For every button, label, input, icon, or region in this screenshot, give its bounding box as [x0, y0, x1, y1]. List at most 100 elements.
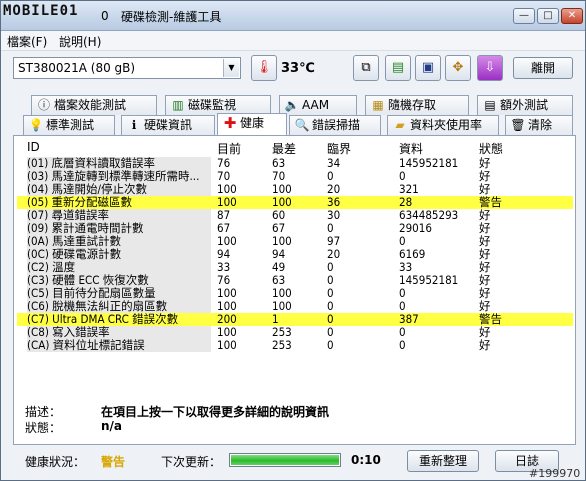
smart-table-body: (01) 底層資料讀取錯誤率 76 63 34 145952181 好 (03) 馬達旋轉到… — [17, 157, 573, 352]
update-progress-bar — [229, 453, 341, 467]
cell-id: (C5) 目前待分配扇區數量 — [27, 287, 211, 300]
tab-label: 錯誤掃描 — [312, 118, 361, 132]
cell-id: (0A) 馬達重試計數 — [27, 235, 211, 248]
trash-icon: 🗑 — [510, 118, 526, 132]
tab-folder-usage[interactable]: ▰ 資料夾使用率 — [387, 115, 499, 135]
tab-error-scan[interactable]: 🔍 錯誤掃描 — [289, 115, 381, 135]
minimize-button[interactable]: — — [513, 8, 535, 24]
cell-current: 100 — [217, 338, 237, 352]
health-cross-icon: ✚ — [223, 114, 237, 132]
title-bar[interactable]: MOBILE01 0 硬碟檢測-維護工具 — □ ✕ — [1, 1, 585, 31]
tab-erase[interactable]: 🗑 清除 — [505, 115, 573, 135]
chevron-down-icon[interactable]: ▼ — [223, 59, 239, 77]
col-header-worst[interactable]: 最差 — [272, 140, 296, 157]
tab-label: 資料夾使用率 — [410, 118, 483, 132]
col-header-raw[interactable]: 資料 — [399, 140, 423, 157]
table-row[interactable]: (CA) 資料位址標記錯誤 100 253 0 0 好 — [17, 339, 573, 352]
tab-disk-monitor[interactable]: ▥ 磁碟監視 — [165, 95, 271, 115]
status-value: n/a — [101, 419, 123, 433]
status-label: 狀態： — [25, 421, 62, 435]
window-title: 硬碟檢測-維護工具 — [121, 10, 222, 24]
cell-raw: 0 — [399, 325, 406, 339]
speaker-icon: 🔈 — [284, 98, 300, 112]
watermark-logo: MOBILE01 — [3, 3, 79, 19]
col-header-status[interactable]: 狀態 — [479, 140, 503, 157]
cell-id: (05) 重新分配磁區數 — [27, 196, 211, 209]
col-header-current[interactable]: 目前 — [217, 140, 241, 157]
health-status-value: 警告 — [101, 455, 126, 469]
cell-id: (C6) 脫機無法糾正的扇區數 — [27, 300, 211, 313]
drive-select[interactable]: ST380021A (80 gB) ▼ — [13, 57, 241, 79]
cell-id: (04) 馬達開始/停止次數 — [27, 183, 211, 196]
cell-id: (03) 馬達旋轉到標準轉速所需時... — [27, 170, 211, 183]
next-update-label: 下次更新： — [161, 455, 222, 469]
update-progress-fill — [231, 455, 339, 465]
cell-threshold: 0 — [327, 338, 334, 352]
col-header-threshold[interactable]: 臨界 — [327, 140, 351, 157]
tab-label: 清除 — [528, 118, 553, 132]
cell-threshold: 0 — [327, 286, 334, 300]
folder-icon: ▰ — [395, 118, 405, 132]
cell-id: (09) 累計通電時間計數 — [27, 222, 211, 235]
app-title-icon: 0 — [101, 9, 109, 23]
maximize-button[interactable]: □ — [537, 8, 559, 24]
chart-icon: ▥ — [172, 98, 184, 112]
cell-id: (CA) 資料位址標記錯誤 — [27, 339, 211, 352]
paste-icon[interactable]: ▤ — [385, 55, 411, 81]
download-icon[interactable]: ⇩ — [477, 55, 503, 81]
cell-raw: 0 — [399, 338, 406, 352]
thermometer-icon: 🌡 — [251, 55, 277, 81]
cell-threshold: 20 — [327, 247, 341, 261]
info-icon: ℹ — [131, 118, 137, 132]
cell-raw: 145952181 — [399, 273, 459, 287]
tab-disk-info[interactable]: ℹ 硬碟資訊 — [121, 115, 215, 135]
description-value: 在項目上按一下以取得更多詳細的說明資訊 — [101, 405, 330, 419]
cell-raw: 29016 — [399, 221, 432, 235]
tools-icon[interactable]: ✥ — [445, 55, 471, 81]
temperature-value: 33℃ — [281, 61, 315, 76]
tab-label: 磁碟監視 — [188, 98, 237, 112]
cell-worst: 100 — [272, 299, 292, 313]
cell-id: (C2) 溫度 — [27, 261, 211, 274]
tab-label: AAM — [302, 98, 330, 112]
cell-raw: 0 — [399, 286, 406, 300]
cell-threshold: 0 — [327, 312, 334, 326]
app-window: MOBILE01 0 硬碟檢測-維護工具 — □ ✕ 檔案(F) 說明(H) S… — [0, 0, 586, 481]
tab-health[interactable]: ✚ 健康 — [217, 113, 287, 135]
smart-table-header: ID 目前 最差 臨界 資料 狀態 — [17, 140, 573, 156]
cell-id: (C7) Ultra DMA CRC 錯誤次數 — [27, 313, 211, 326]
col-header-id[interactable]: ID — [27, 140, 40, 154]
watermark-id: #199970 — [529, 467, 581, 480]
tab-aam[interactable]: 🔈 AAM — [279, 95, 357, 115]
copy-icon[interactable]: ⧉ — [353, 55, 379, 81]
countdown-value: 0:10 — [351, 453, 381, 467]
tab-label: 硬碟資訊 — [144, 118, 193, 132]
exit-button[interactable]: 離開 — [513, 57, 573, 79]
cell-id: (C8) 寫入錯誤率 — [27, 326, 211, 339]
save-icon[interactable]: ▣ — [415, 55, 441, 81]
cell-raw: 387 — [399, 312, 419, 326]
extra-icon: ▤ — [484, 98, 496, 112]
cell-id: (0C) 硬碟電源計數 — [27, 248, 211, 261]
tab-file-benchmark[interactable]: ⓘ 檔案效能測試 — [31, 95, 157, 115]
tab-label: 標準測試 — [46, 118, 95, 132]
menu-help[interactable]: 說明(H) — [59, 33, 101, 50]
bulb-icon: 💡 — [28, 118, 44, 132]
tab-extra-tests[interactable]: ▤ 額外測試 — [477, 95, 573, 115]
tab-label: 隨機存取 — [388, 98, 437, 112]
cell-threshold: 0 — [327, 325, 334, 339]
info-icon: ⓘ — [37, 98, 50, 112]
description-label: 描述： — [25, 405, 62, 419]
close-button[interactable]: ✕ — [561, 8, 583, 24]
cell-threshold: 30 — [327, 208, 341, 222]
cell-id: (07) 尋道錯誤率 — [27, 209, 211, 222]
cell-threshold: 34 — [327, 156, 341, 170]
tab-random-access[interactable]: ▦ 隨機存取 — [365, 95, 469, 115]
refresh-button[interactable]: 重新整理 — [407, 450, 479, 472]
tab-standard-test[interactable]: 💡 標準測試 — [23, 115, 115, 135]
menu-file[interactable]: 檔案(F) — [7, 33, 47, 50]
drive-select-value: ST380021A (80 gB) — [18, 61, 136, 75]
tab-label: 檔案效能測試 — [54, 98, 127, 112]
cell-status: 好 — [479, 338, 491, 352]
cell-id: (C3) 硬體 ECC 恢復次數 — [27, 274, 211, 287]
